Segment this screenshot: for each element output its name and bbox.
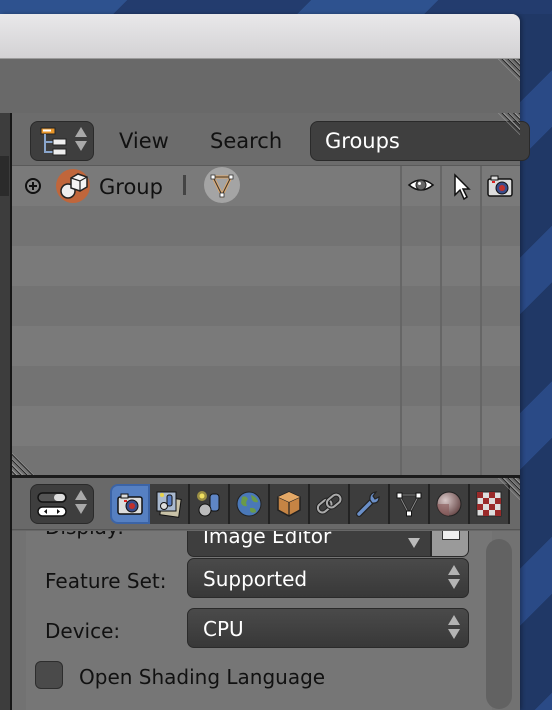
display-dropdown[interactable]: Image Editor bbox=[187, 531, 431, 557]
list-row bbox=[12, 246, 520, 286]
tab-render[interactable] bbox=[110, 484, 150, 524]
eye-icon[interactable] bbox=[407, 173, 435, 197]
editor-type-button[interactable] bbox=[30, 484, 94, 524]
mesh-data-icon bbox=[396, 492, 422, 517]
tab-texture[interactable] bbox=[470, 484, 510, 524]
display-value: Image Editor bbox=[203, 531, 332, 548]
editor-type-arrows bbox=[75, 490, 87, 520]
display-label: Display: bbox=[45, 531, 124, 539]
outliner-header: View Search Groups bbox=[12, 113, 530, 166]
wrench-icon bbox=[356, 491, 380, 517]
outliner-list: Group bbox=[12, 166, 520, 475]
device-dropdown[interactable]: CPU bbox=[187, 608, 469, 648]
tab-render-layers[interactable] bbox=[150, 484, 190, 524]
editor-type-button[interactable] bbox=[30, 121, 94, 161]
properties-panel: Display: Image Editor Feature Set: Suppo… bbox=[12, 531, 520, 710]
left-strip-tab[interactable] bbox=[0, 156, 9, 196]
expand-icon[interactable] bbox=[25, 178, 41, 194]
group-icon bbox=[56, 169, 90, 203]
context-tabs bbox=[110, 484, 510, 524]
row-divider bbox=[183, 175, 186, 195]
left-editor-strip bbox=[0, 113, 12, 710]
tab-object[interactable] bbox=[270, 484, 310, 524]
texture-icon bbox=[476, 491, 502, 517]
updown-arrows-icon bbox=[448, 615, 460, 639]
feature-set-label: Feature Set: bbox=[45, 569, 167, 593]
window-icon bbox=[442, 531, 460, 540]
osl-label[interactable]: Open Shading Language bbox=[79, 665, 325, 689]
window-titlebar[interactable] bbox=[0, 14, 520, 59]
render-layers-icon bbox=[156, 491, 182, 518]
list-row bbox=[12, 286, 520, 326]
osl-checkbox[interactable] bbox=[35, 661, 63, 689]
area-split-handle[interactable] bbox=[498, 59, 520, 81]
material-icon bbox=[436, 491, 462, 517]
outliner-editor: View Search Groups Group bbox=[12, 113, 530, 475]
list-row bbox=[12, 406, 520, 446]
display-fullscreen-button[interactable] bbox=[431, 531, 469, 557]
cube-icon bbox=[277, 491, 301, 517]
camera-icon bbox=[117, 493, 143, 515]
properties-icon bbox=[37, 492, 67, 517]
tab-material[interactable] bbox=[430, 484, 470, 524]
scene-icon bbox=[197, 491, 220, 517]
updown-arrows-icon bbox=[448, 565, 460, 589]
tab-data[interactable] bbox=[390, 484, 430, 524]
world-icon bbox=[236, 491, 262, 517]
list-row bbox=[12, 206, 520, 246]
properties-header bbox=[12, 478, 520, 530]
list-row bbox=[12, 366, 520, 406]
tab-modifiers[interactable] bbox=[350, 484, 390, 524]
view-menu[interactable]: View bbox=[119, 129, 169, 153]
chevron-down-icon bbox=[408, 538, 420, 548]
tab-world[interactable] bbox=[230, 484, 270, 524]
list-row bbox=[12, 326, 520, 366]
list-row bbox=[12, 446, 520, 475]
column-divider bbox=[440, 166, 442, 475]
display-mode-select[interactable]: Groups bbox=[310, 121, 530, 161]
search-menu[interactable]: Search bbox=[210, 129, 282, 153]
device-label: Device: bbox=[45, 619, 121, 643]
desktop-background bbox=[0, 0, 552, 14]
group-row[interactable]: Group bbox=[12, 166, 520, 206]
cursor-icon[interactable] bbox=[452, 173, 472, 201]
tab-constraints[interactable] bbox=[310, 484, 350, 524]
feature-set-value: Supported bbox=[203, 567, 308, 591]
column-divider bbox=[480, 166, 482, 475]
tab-scene[interactable] bbox=[190, 484, 230, 524]
camera-icon[interactable] bbox=[486, 173, 514, 199]
editor-type-arrows bbox=[75, 127, 87, 157]
group-name[interactable]: Group bbox=[99, 175, 163, 199]
feature-set-dropdown[interactable]: Supported bbox=[187, 558, 469, 598]
link-icon bbox=[315, 492, 343, 515]
mesh-ngon-icon[interactable] bbox=[204, 167, 240, 203]
column-divider bbox=[400, 166, 402, 475]
device-value: CPU bbox=[203, 617, 244, 641]
properties-scrollbar[interactable] bbox=[486, 539, 512, 709]
outliner-icon bbox=[40, 127, 67, 156]
